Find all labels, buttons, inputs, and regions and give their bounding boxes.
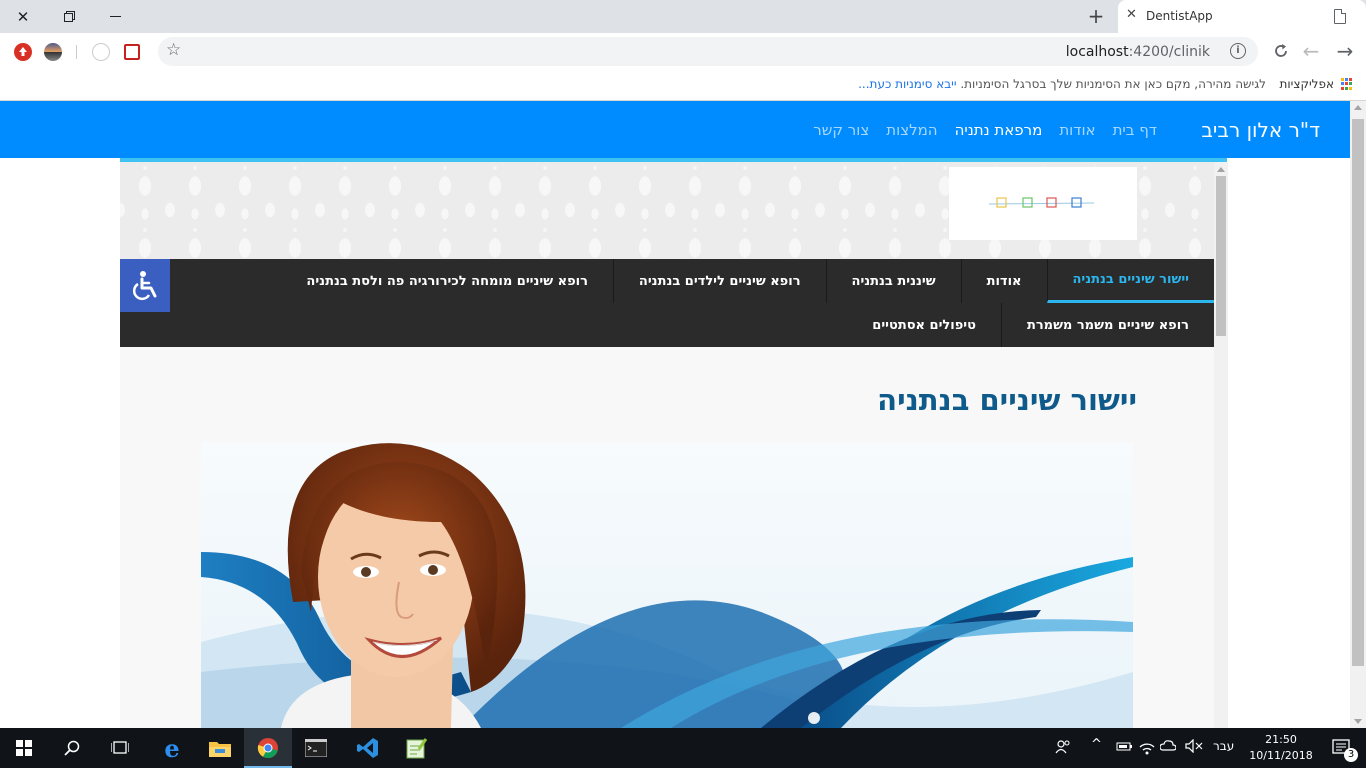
cat-item-aesthetic[interactable]: טיפולים אסתטיים: [847, 303, 1001, 347]
site-brand[interactable]: ד"ר אלון רביב: [1201, 118, 1320, 142]
tray-chevron-up-icon[interactable]: ^: [1091, 737, 1102, 752]
chrome-icon: [257, 738, 278, 759]
url-text[interactable]: localhost:4200/clinik: [1066, 44, 1210, 60]
page-viewport: ד"ר אלון רביב דף בית אודות מרפאת נתניה ה…: [0, 101, 1350, 728]
tab-close-icon[interactable]: ✕: [1126, 7, 1137, 22]
page-scrollbar[interactable]: [1350, 101, 1366, 728]
window-close-icon[interactable]: ✕: [0, 0, 46, 33]
accessibility-button[interactable]: [120, 259, 170, 312]
embedded-clinic-page: יישור שיניים בנתניה אודות שיננית בנתניה …: [120, 162, 1228, 728]
browser-toolbar: ☆ localhost:4200/clinik i ← →: [0, 33, 1366, 71]
window-minimize-icon[interactable]: [92, 0, 138, 33]
extension-avatar-icon[interactable]: [44, 43, 62, 61]
system-clock[interactable]: 21:50 10/11/2018: [1246, 732, 1316, 764]
windows-logo-icon: [16, 740, 32, 756]
hero-image: [201, 442, 1133, 728]
taskbar-file-explorer[interactable]: [196, 728, 244, 768]
task-view-icon: [111, 741, 129, 754]
reload-icon[interactable]: [1268, 38, 1294, 64]
people-icon[interactable]: [1055, 739, 1071, 759]
taskbar-terminal[interactable]: [292, 728, 340, 768]
taskbar-notepadpp[interactable]: [392, 728, 440, 768]
nav-item-testimonials[interactable]: המלצות: [886, 121, 937, 139]
start-button[interactable]: [0, 728, 48, 768]
battery-icon[interactable]: [1115, 739, 1133, 757]
scroll-down-icon[interactable]: [1354, 719, 1362, 724]
nav-item-contact[interactable]: צור קשר: [813, 121, 869, 139]
bookmarks-apps[interactable]: אפליקציות: [1279, 77, 1352, 91]
scroll-thumb[interactable]: [1352, 119, 1364, 666]
category-nav-row-1: יישור שיניים בנתניה אודות שיננית בנתניה …: [281, 259, 1214, 303]
address-bar[interactable]: ☆ localhost:4200/clinik i: [158, 37, 1258, 66]
clinic-logo[interactable]: [949, 167, 1137, 240]
taskbar-edge[interactable]: e: [148, 728, 196, 768]
toolbar-divider: [76, 45, 77, 59]
taskbar-chrome[interactable]: [244, 728, 292, 768]
cat-item-orthodontics[interactable]: יישור שיניים בנתניה: [1046, 259, 1214, 303]
cat-item-restorative[interactable]: רופא שיניים משמר משמרת: [1000, 303, 1214, 347]
wheelchair-icon: [132, 270, 157, 300]
edge-browser-icon: e: [164, 733, 180, 763]
logo-graphic-icon: [989, 197, 1095, 208]
back-arrow-icon[interactable]: ←: [1298, 38, 1324, 64]
inner-scrollbar[interactable]: [1214, 162, 1228, 728]
site-info-icon[interactable]: i: [1230, 43, 1246, 59]
nav-item-home[interactable]: דף בית: [1113, 121, 1157, 139]
site-nav-menu: דף בית אודות מרפאת נתניה המלצות צור קשר: [813, 121, 1157, 139]
inner-scroll-up-icon[interactable]: [1217, 167, 1225, 172]
cat-item-hygienist[interactable]: שיננית בנתניה: [825, 259, 961, 303]
taskbar-vscode[interactable]: [344, 728, 392, 768]
extension-upload-icon[interactable]: [14, 43, 32, 61]
new-tab-button[interactable]: +: [1084, 4, 1108, 28]
clock-date: 10/11/2018: [1249, 749, 1313, 762]
extension-shield-icon[interactable]: [124, 44, 140, 60]
action-center-button[interactable]: 3: [1318, 728, 1366, 768]
clock-time: 21:50: [1265, 733, 1297, 746]
search-button[interactable]: [48, 728, 96, 768]
tab-title: DentistApp: [1146, 9, 1213, 23]
cat-item-about[interactable]: אודות: [960, 259, 1047, 303]
import-bookmarks-link[interactable]: ייבא סימניות כעת...: [858, 77, 956, 91]
vscode-icon: [357, 738, 378, 758]
folder-icon: [209, 742, 231, 757]
task-view-button[interactable]: [96, 728, 144, 768]
hero-illustration: [201, 443, 1133, 728]
site-top-nav: ד"ר אלון רביב דף בית אודות מרפאת נתניה ה…: [0, 101, 1350, 158]
bookmarks-hint: לגישה מהירה, מקם כאן את הסימניות שלך בסר…: [858, 77, 1266, 91]
extension-disabled-icon[interactable]: [92, 43, 110, 61]
onedrive-icon[interactable]: [1159, 739, 1177, 755]
input-language[interactable]: עבר: [1213, 739, 1234, 753]
forward-arrow-icon[interactable]: →: [1332, 38, 1358, 64]
cat-item-pediatric[interactable]: רופא שיניים לילדים בנתניה: [612, 259, 826, 303]
volume-muted-icon[interactable]: [1185, 738, 1203, 757]
notification-count-badge: 3: [1344, 748, 1358, 762]
scroll-up-icon[interactable]: [1354, 105, 1362, 110]
category-nav-row-2: רופא שיניים משמר משמרת טיפולים אסתטיים: [847, 303, 1214, 347]
inner-scroll-thumb[interactable]: [1216, 176, 1226, 336]
page-favicon-icon: [1334, 9, 1346, 24]
terminal-icon: [305, 739, 327, 757]
category-nav: יישור שיניים בנתניה אודות שיננית בנתניה …: [120, 259, 1214, 347]
bookmark-star-icon[interactable]: ☆: [166, 40, 181, 60]
bookmarks-bar: אפליקציות לגישה מהירה, מקם כאן את הסימני…: [0, 71, 1366, 101]
network-icon[interactable]: [1138, 739, 1156, 759]
nav-item-about[interactable]: אודות: [1059, 121, 1095, 139]
browser-tab-bar: ✕ + DentistApp ✕: [0, 0, 1366, 33]
cat-item-oral-surgery[interactable]: רופא שיניים מומחה לכירורגיה פה ולסת בנתנ…: [281, 259, 613, 303]
search-icon: [64, 740, 80, 756]
window-restore-icon[interactable]: [46, 0, 92, 33]
page-title: יישור שיניים בנתניה: [877, 383, 1137, 417]
notepad-icon: [406, 738, 427, 759]
browser-tab[interactable]: DentistApp ✕: [1118, 0, 1366, 33]
nav-item-netanya-clinic[interactable]: מרפאת נתניה: [955, 121, 1043, 139]
apps-grid-icon: [1340, 78, 1352, 90]
windows-taskbar: e ^ עבר 21:50 10/11/2018 3: [0, 728, 1366, 768]
apps-label: אפליקציות: [1279, 77, 1335, 91]
